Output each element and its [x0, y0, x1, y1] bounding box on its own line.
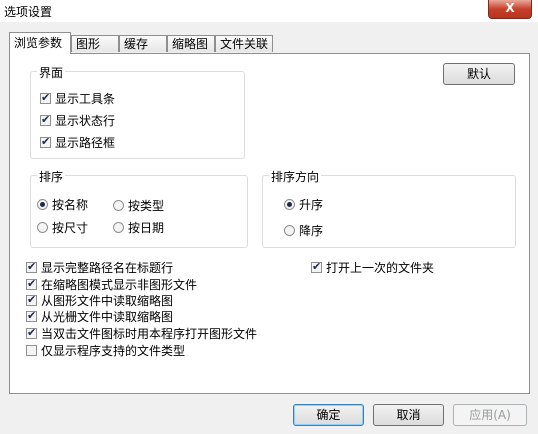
radio-circle[interactable]	[113, 222, 124, 233]
checkbox-box[interactable]	[26, 326, 37, 339]
show-nongraphic-files-checkbox[interactable]: 在缩略图模式显示非图形文件	[26, 276, 197, 293]
radio-circle[interactable]	[37, 199, 48, 210]
checkbox-label: 从图形文件中读取缩略图	[41, 294, 174, 308]
radio-circle[interactable]	[284, 225, 295, 236]
sort-by-date-radio[interactable]: 按日期	[113, 219, 164, 236]
sort-group-legend: 排序	[37, 168, 66, 185]
checkbox-box[interactable]	[26, 277, 37, 290]
radio-label: 降序	[299, 224, 324, 238]
open-last-folder-checkbox[interactable]: 打开上一次的文件夹	[311, 259, 434, 276]
checkbox-label: 仅显示程序支持的文件类型	[41, 344, 186, 358]
checkbox-label: 显示完整路径名在标题行	[41, 261, 174, 275]
sort-by-type-radio[interactable]: 按类型	[113, 197, 164, 214]
options-panel: 界面 显示工具条 显示状态行 显示路径框 默认 排序 按名称 按类型 按尺寸	[9, 53, 530, 394]
read-thumb-from-raster-checkbox[interactable]: 从光栅文件中读取缩略图	[26, 308, 173, 325]
close-button[interactable]: X	[488, 0, 532, 19]
checkbox-box[interactable]	[26, 345, 37, 356]
checkbox-box[interactable]	[311, 260, 322, 273]
checkbox-label: 在缩略图模式显示非图形文件	[41, 278, 198, 292]
checkbox-label: 从光栅文件中读取缩略图	[41, 310, 174, 324]
radio-label: 按日期	[128, 221, 165, 235]
sort-ascending-radio[interactable]: 升序	[284, 196, 323, 213]
radio-circle[interactable]	[284, 199, 295, 210]
radio-label: 按类型	[128, 199, 165, 213]
tab-file-association[interactable]: 文件关联	[215, 35, 273, 52]
radio-label: 升序	[299, 198, 324, 212]
show-statusbar-checkbox[interactable]: 显示状态行	[40, 112, 115, 129]
sort-descending-radio[interactable]: 降序	[284, 222, 323, 239]
radio-label: 按尺寸	[52, 221, 89, 235]
close-icon: X	[505, 1, 515, 15]
read-thumb-from-graphics-checkbox[interactable]: 从图形文件中读取缩略图	[26, 292, 173, 309]
checkbox-label: 当双击文件图标时用本程序打开图形文件	[41, 327, 258, 341]
checkbox-label: 显示工具条	[55, 92, 116, 106]
checkbox-box[interactable]	[26, 260, 37, 273]
sort-direction-legend: 排序方向	[269, 168, 322, 185]
sort-by-size-radio[interactable]: 按尺寸	[37, 219, 88, 236]
tab-browse-params[interactable]: 浏览参数	[9, 32, 71, 54]
window-title: 选项设置	[4, 5, 53, 19]
radio-label: 按名称	[52, 198, 89, 212]
radio-circle[interactable]	[37, 222, 48, 233]
checkbox-box[interactable]	[40, 113, 51, 126]
title-bar: 选项设置 X	[0, 0, 538, 22]
checkbox-label: 显示路径框	[55, 136, 116, 150]
apply-button[interactable]: 应用(A)	[453, 404, 527, 426]
sort-direction-group: 排序方向 升序 降序	[262, 168, 516, 248]
sort-by-name-radio[interactable]: 按名称	[37, 196, 88, 213]
cancel-button[interactable]: 取消	[373, 404, 444, 426]
checkbox-box[interactable]	[40, 91, 51, 104]
checkbox-box[interactable]	[26, 309, 37, 322]
supported-types-only-checkbox[interactable]: 仅显示程序支持的文件类型	[26, 342, 185, 359]
default-button[interactable]: 默认	[443, 63, 515, 85]
tab-graphics[interactable]: 图形	[71, 35, 119, 52]
show-full-path-checkbox[interactable]: 显示完整路径名在标题行	[26, 259, 173, 276]
checkbox-label: 显示状态行	[55, 114, 116, 128]
interface-group-legend: 界面	[37, 64, 66, 81]
open-on-doubleclick-checkbox[interactable]: 当双击文件图标时用本程序打开图形文件	[26, 325, 257, 342]
show-toolbar-checkbox[interactable]: 显示工具条	[40, 90, 115, 107]
checkbox-box[interactable]	[40, 135, 51, 148]
checkbox-label: 打开上一次的文件夹	[326, 261, 435, 275]
ok-button[interactable]: 确定	[293, 404, 364, 426]
tab-cache[interactable]: 缓存	[119, 35, 167, 52]
radio-circle[interactable]	[113, 200, 124, 211]
interface-group: 界面 显示工具条 显示状态行 显示路径框	[30, 64, 245, 159]
sort-group: 排序 按名称 按类型 按尺寸 按日期	[30, 168, 248, 248]
checkbox-box[interactable]	[26, 293, 37, 306]
show-pathbar-checkbox[interactable]: 显示路径框	[40, 134, 115, 151]
tab-thumbnail[interactable]: 缩略图	[167, 35, 215, 52]
